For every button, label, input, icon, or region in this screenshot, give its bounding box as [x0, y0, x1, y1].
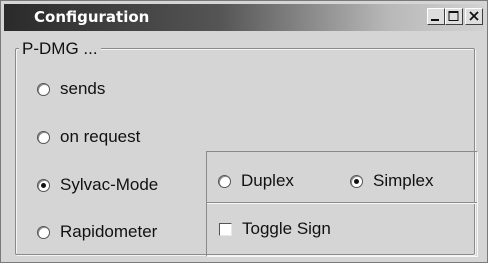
maximize-icon [448, 11, 459, 21]
group-label: P-DMG ... [19, 39, 101, 59]
radio-circle[interactable] [37, 130, 50, 144]
minimize-button[interactable] [427, 8, 445, 25]
checkbox-box[interactable] [219, 222, 232, 236]
radio-circle[interactable] [218, 174, 231, 188]
configuration-window: Configuration P-DMG ... sends on request [0, 0, 488, 263]
radio-duplex[interactable]: Duplex [218, 171, 294, 191]
toggle-sign-checkbox[interactable]: Toggle Sign [219, 219, 331, 239]
window-title: Configuration [34, 8, 150, 26]
close-button[interactable] [465, 8, 483, 25]
radio-label: on request [60, 127, 141, 146]
radio-circle[interactable] [37, 225, 50, 239]
radio-circle[interactable] [37, 82, 50, 96]
radio-label: Duplex [241, 171, 294, 190]
title-bar[interactable]: Configuration [4, 4, 484, 31]
radio-label: Sylvac-Mode [60, 175, 159, 194]
radio-label: sends [60, 79, 106, 98]
mode-panel-divider [207, 202, 477, 204]
radio-simplex[interactable]: Simplex [350, 171, 433, 191]
radio-sylvac-mode[interactable]: Sylvac-Mode [37, 175, 158, 195]
checkbox-label: Toggle Sign [242, 219, 331, 238]
maximize-button[interactable] [445, 8, 463, 25]
radio-on-request[interactable]: on request [37, 127, 140, 147]
radio-sends[interactable]: sends [37, 79, 105, 99]
radio-label: Rapidometer [60, 222, 158, 241]
radio-circle-selected[interactable] [350, 174, 363, 188]
minimize-icon [431, 19, 439, 21]
close-icon [469, 11, 479, 21]
mode-panel [206, 151, 478, 257]
radio-rapidometer[interactable]: Rapidometer [37, 222, 157, 242]
radio-circle-selected[interactable] [37, 178, 50, 192]
radio-label: Simplex [373, 171, 434, 190]
